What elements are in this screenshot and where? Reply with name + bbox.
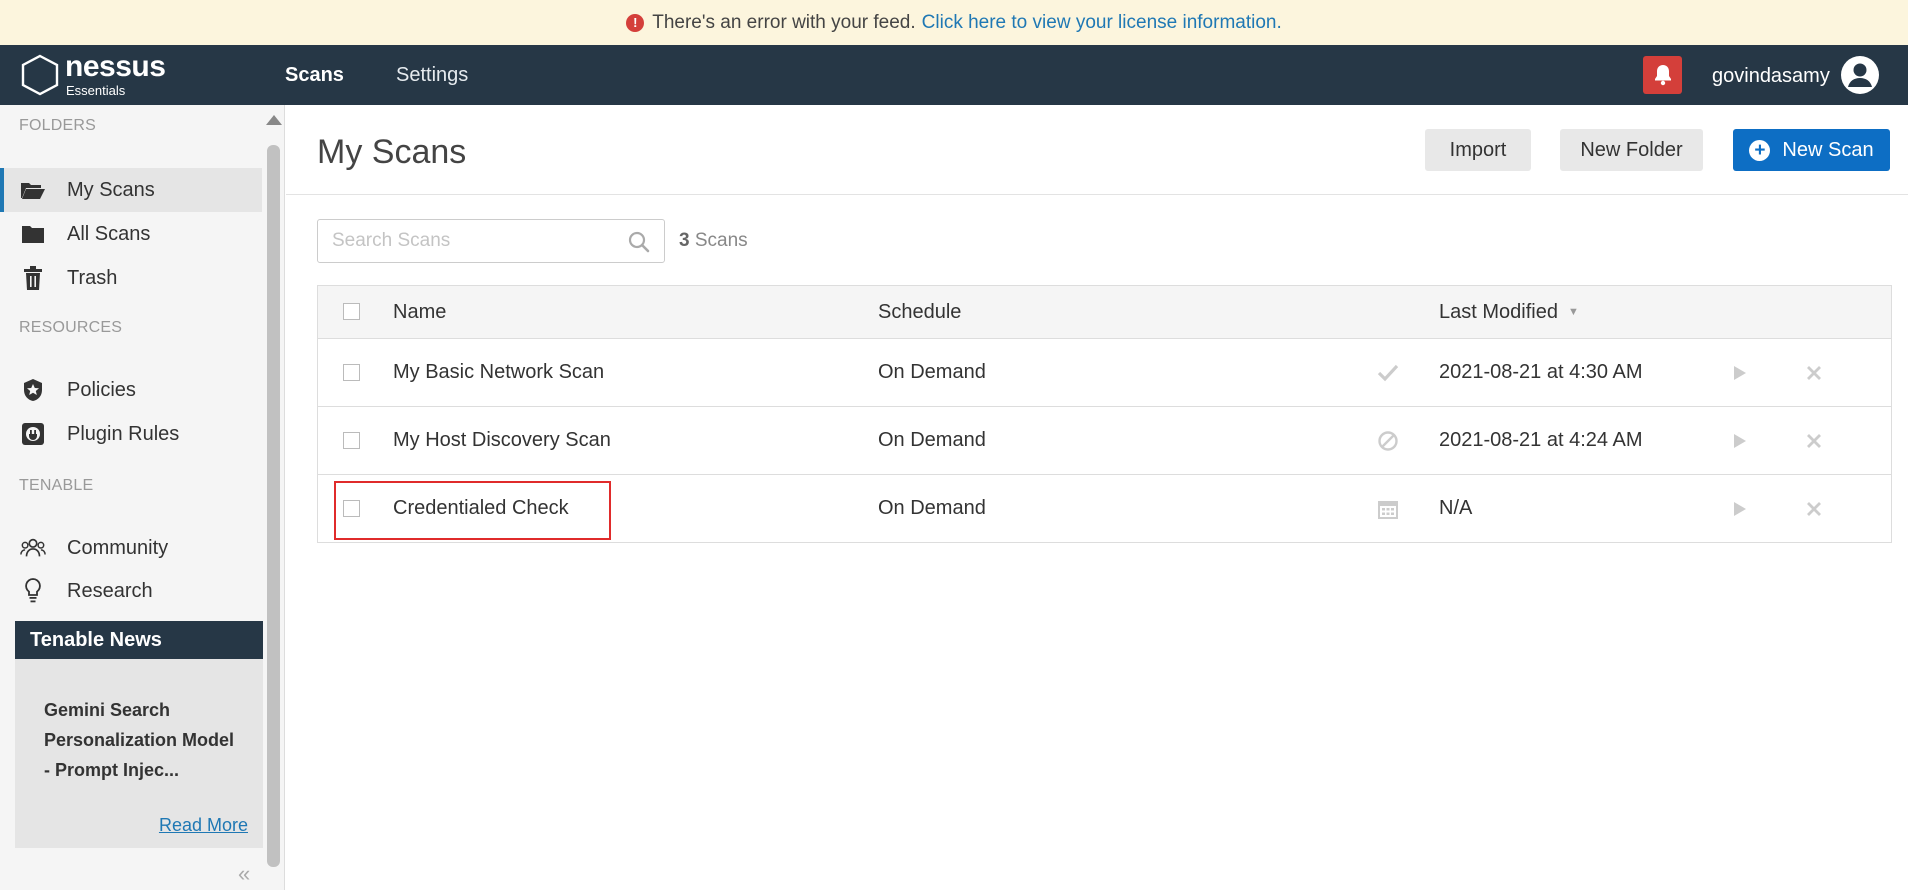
trash-icon: [20, 265, 46, 291]
scan-schedule: On Demand: [878, 361, 986, 383]
sidebar-item-label: Research: [67, 579, 153, 602]
news-title: Tenable News: [15, 621, 263, 659]
sidebar-item-label: Policies: [67, 378, 136, 401]
folder-open-icon: [20, 177, 46, 203]
user-avatar[interactable]: [1841, 56, 1879, 94]
folders-heading: FOLDERS: [19, 117, 96, 134]
read-more-link[interactable]: Read More: [159, 815, 248, 836]
sidebar-item-label: All Scans: [67, 222, 151, 245]
sidebar-item-label: My Scans: [67, 178, 155, 201]
highlight-box: [334, 481, 611, 540]
scan-name[interactable]: My Basic Network Scan: [393, 339, 604, 406]
search-icon[interactable]: [628, 231, 650, 253]
collapse-sidebar-icon[interactable]: «: [238, 861, 250, 887]
resources-heading: RESOURCES: [19, 319, 123, 336]
feed-error-banner: ! There's an error with your feed. Click…: [0, 0, 1908, 45]
scan-schedule: On Demand: [878, 497, 986, 519]
sidebar-item-label: Trash: [67, 266, 118, 289]
scan-schedule: On Demand: [878, 429, 986, 451]
header-divider: [286, 194, 1908, 195]
sidebar-item-label: Community: [67, 536, 169, 559]
sidebar-item-research[interactable]: Research: [0, 569, 262, 613]
community-icon: [20, 535, 46, 561]
scan-count-label: Scans: [694, 230, 748, 251]
plus-circle-icon: +: [1749, 139, 1771, 161]
nav-settings[interactable]: Settings: [396, 45, 468, 105]
scan-last-modified: N/A: [1439, 497, 1473, 519]
nav-scans[interactable]: Scans: [285, 45, 344, 105]
scrollbar-thumb[interactable]: [267, 145, 280, 867]
tenable-heading: TENABLE: [19, 477, 94, 494]
delete-icon[interactable]: [1802, 407, 1826, 474]
sidebar: FOLDERS My Scans All Scans Trash RESOURC…: [0, 105, 285, 890]
tenable-news-widget: Tenable News Gemini Search Personalizati…: [15, 621, 263, 848]
row-checkbox[interactable]: [343, 363, 360, 381]
sidebar-item-all-scans[interactable]: All Scans: [0, 212, 262, 256]
import-button[interactable]: Import: [1425, 129, 1531, 171]
new-scan-label: New Scan: [1782, 138, 1874, 161]
sidebar-item-plugin-rules[interactable]: Plugin Rules: [0, 412, 262, 456]
user-icon: [1848, 63, 1872, 87]
check-icon: [1375, 339, 1401, 406]
shield-star-icon: [20, 377, 46, 403]
launch-icon[interactable]: [1728, 407, 1752, 474]
notifications-button[interactable]: [1643, 56, 1682, 94]
nessus-hexagon-icon: [21, 54, 59, 96]
row-checkbox[interactable]: [343, 431, 360, 449]
table-header-row: Name Schedule Last Modified ▼: [318, 286, 1891, 338]
scan-count: 3 Scans: [679, 230, 748, 252]
column-name[interactable]: Name: [393, 286, 446, 338]
scan-name[interactable]: My Host Discovery Scan: [393, 407, 611, 474]
sidebar-item-my-scans[interactable]: My Scans: [0, 168, 262, 212]
select-all-checkbox[interactable]: [343, 303, 360, 320]
new-scan-button[interactable]: + New Scan: [1733, 129, 1890, 171]
search-box[interactable]: [317, 219, 665, 263]
top-header: nessus Essentials Scans Settings govinda…: [0, 45, 1908, 105]
nessus-logo[interactable]: nessus Essentials: [18, 50, 178, 99]
folder-icon: [20, 221, 46, 247]
news-headline[interactable]: Gemini Search Personalization Model - Pr…: [15, 659, 263, 785]
delete-icon[interactable]: [1802, 339, 1826, 406]
sidebar-item-policies[interactable]: Policies: [0, 368, 262, 412]
calendar-icon: [1375, 475, 1401, 542]
scan-count-number: 3: [679, 230, 690, 251]
column-last-modified-label: Last Modified: [1439, 300, 1558, 323]
sidebar-item-community[interactable]: Community: [0, 526, 262, 570]
launch-icon[interactable]: [1728, 339, 1752, 406]
logo-name: nessus: [65, 50, 166, 83]
sidebar-scrollbar[interactable]: [267, 115, 280, 870]
scan-last-modified: 2021-08-21 at 4:24 AM: [1439, 429, 1643, 451]
search-input[interactable]: [318, 220, 608, 262]
delete-icon[interactable]: [1802, 475, 1826, 542]
bell-icon: [1654, 65, 1671, 86]
page-title: My Scans: [317, 133, 467, 171]
table-row[interactable]: My Basic Network Scan On Demand 2021-08-…: [318, 338, 1891, 406]
column-schedule[interactable]: Schedule: [878, 286, 961, 338]
banner-message: There's an error with your feed.: [652, 11, 916, 33]
lightbulb-icon: [20, 578, 46, 604]
scan-last-modified: 2021-08-21 at 4:30 AM: [1439, 361, 1643, 383]
logo-edition: Essentials: [66, 83, 126, 98]
license-info-link[interactable]: Click here to view your license informat…: [922, 12, 1282, 34]
canceled-icon: [1375, 407, 1401, 474]
error-icon: !: [626, 13, 645, 32]
launch-icon[interactable]: [1728, 475, 1752, 542]
sidebar-item-trash[interactable]: Trash: [0, 256, 262, 300]
plug-icon: [20, 421, 46, 447]
table-row[interactable]: My Host Discovery Scan On Demand 2021-08…: [318, 406, 1891, 474]
sidebar-item-label: Plugin Rules: [67, 422, 180, 445]
column-last-modified[interactable]: Last Modified ▼: [1439, 286, 1579, 338]
new-folder-button[interactable]: New Folder: [1560, 129, 1703, 171]
username[interactable]: govindasamy: [1712, 45, 1830, 107]
sort-desc-icon: ▼: [1567, 306, 1579, 318]
